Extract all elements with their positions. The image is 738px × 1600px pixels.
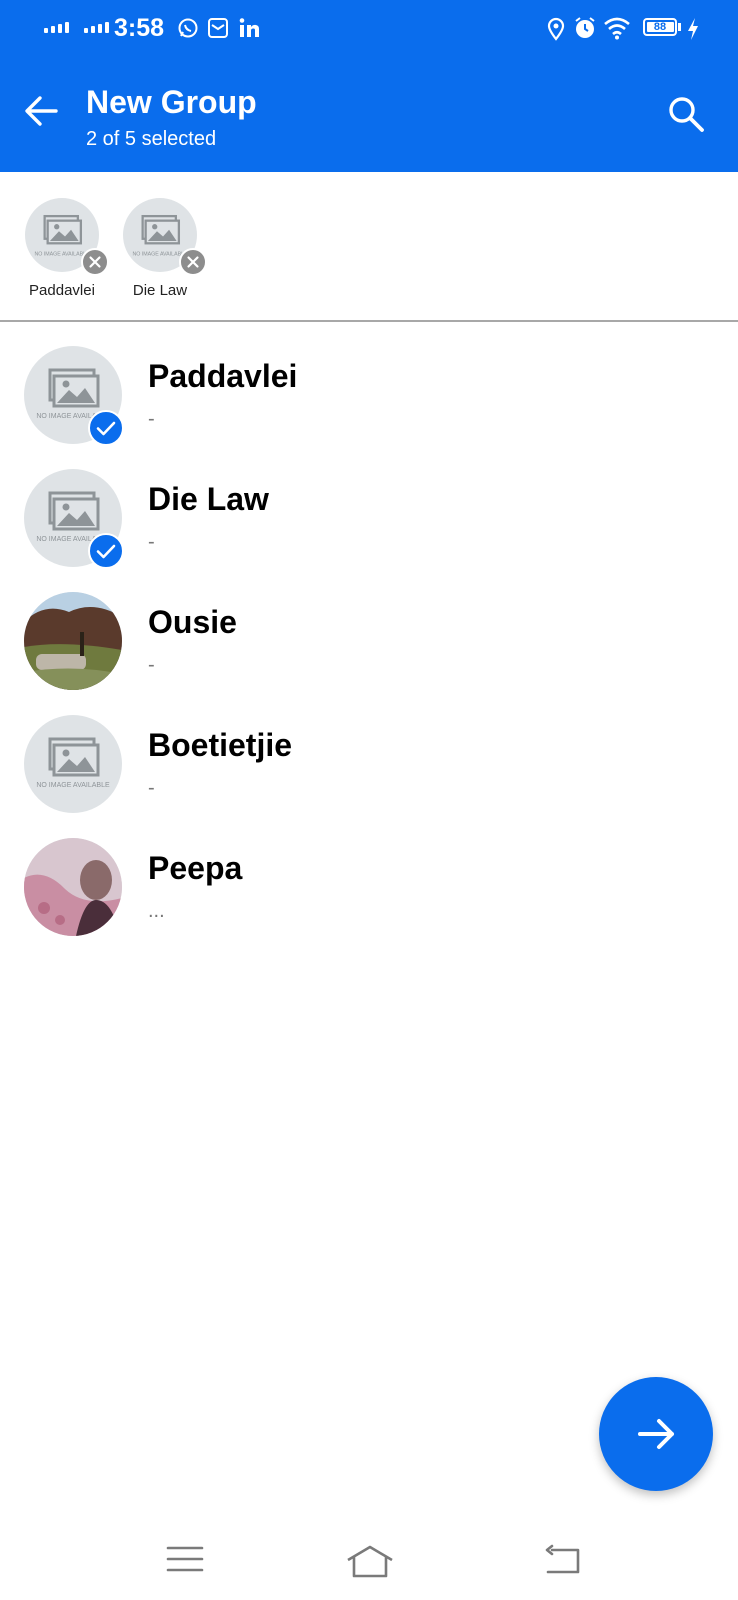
contact-name: Peepa bbox=[148, 850, 243, 886]
location-icon bbox=[547, 17, 565, 41]
contact-status: - bbox=[148, 777, 155, 799]
back-arrow-icon[interactable] bbox=[22, 92, 60, 130]
mail-icon bbox=[208, 18, 228, 38]
contact-status: ... bbox=[148, 900, 165, 922]
close-icon bbox=[89, 256, 101, 268]
home-icon[interactable] bbox=[345, 1544, 395, 1578]
svg-text:NO IMAGE AVAILABLE: NO IMAGE AVAILABLE bbox=[36, 782, 110, 789]
checkmark-icon bbox=[96, 544, 116, 559]
contact-row-die-law[interactable]: NO IMAGE AVAILABLE Die Law - bbox=[0, 469, 738, 589]
contact-name: Die Law bbox=[148, 481, 269, 517]
linkedin-icon bbox=[239, 18, 259, 37]
avatar-photo bbox=[24, 838, 122, 936]
checkmark-icon bbox=[96, 421, 116, 436]
signal-1-icon bbox=[44, 22, 69, 33]
contact-name: Boetietjie bbox=[148, 727, 293, 763]
contact-status: - bbox=[148, 531, 155, 553]
chip-label: Die Law bbox=[132, 282, 188, 299]
selection-count: 2 of 5 selected bbox=[86, 128, 217, 150]
header-bar: 3:58 88 New Group 2 of 5 selected bbox=[0, 0, 738, 172]
contact-status: - bbox=[148, 408, 155, 430]
status-time: 3:58 bbox=[114, 14, 165, 42]
contact-name: Ousie bbox=[148, 604, 237, 640]
contact-row-ousie[interactable]: Ousie - bbox=[0, 592, 738, 712]
next-button[interactable] bbox=[599, 1377, 713, 1491]
battery-icon: 88 bbox=[643, 18, 677, 36]
close-icon bbox=[187, 256, 199, 268]
whatsapp-icon bbox=[178, 18, 198, 38]
chip-label: Paddavlei bbox=[29, 282, 95, 299]
contact-row-paddavlei[interactable]: NO IMAGE AVAILABLE Paddavlei - bbox=[0, 346, 738, 466]
battery-level: 88 bbox=[653, 21, 667, 33]
contact-status: - bbox=[148, 654, 155, 676]
search-icon[interactable] bbox=[666, 94, 706, 134]
battery-tip bbox=[678, 23, 681, 31]
landscape-photo-icon bbox=[24, 592, 122, 690]
remove-chip-button[interactable] bbox=[179, 248, 207, 276]
contact-row-boetietjie[interactable]: NO IMAGE AVAILABLE Boetietjie - bbox=[0, 715, 738, 835]
app-bar: New Group 2 of 5 selected bbox=[0, 58, 738, 172]
selected-chip[interactable]: NO IMAGE AVAILABLE Paddavlei bbox=[7, 198, 117, 299]
charging-icon bbox=[688, 18, 698, 40]
menu-icon[interactable] bbox=[166, 1544, 204, 1574]
back-nav-icon[interactable] bbox=[542, 1544, 582, 1576]
avatar-photo bbox=[24, 592, 122, 690]
selected-check-badge bbox=[88, 410, 124, 446]
contact-name: Paddavlei bbox=[148, 358, 298, 394]
signal-2-icon bbox=[84, 22, 109, 33]
system-nav-bar bbox=[0, 1520, 738, 1600]
avatar: NO IMAGE AVAILABLE bbox=[24, 715, 122, 813]
selected-contacts-strip: NO IMAGE AVAILABLE Paddavlei NO IMAGE AV… bbox=[0, 172, 738, 322]
contact-row-peepa[interactable]: Peepa ... bbox=[0, 838, 738, 958]
alarm-icon bbox=[575, 17, 595, 38]
selected-check-badge bbox=[88, 533, 124, 569]
arrow-right-icon bbox=[638, 1419, 674, 1449]
status-bar: 3:58 88 bbox=[0, 0, 738, 58]
page-title: New Group bbox=[86, 84, 257, 120]
selected-chip[interactable]: NO IMAGE AVAILABLE Die Law bbox=[105, 198, 215, 299]
portrait-photo-icon bbox=[24, 838, 122, 936]
no-image-placeholder-icon: NO IMAGE AVAILABLE bbox=[36, 737, 110, 789]
wifi-icon bbox=[604, 17, 630, 40]
